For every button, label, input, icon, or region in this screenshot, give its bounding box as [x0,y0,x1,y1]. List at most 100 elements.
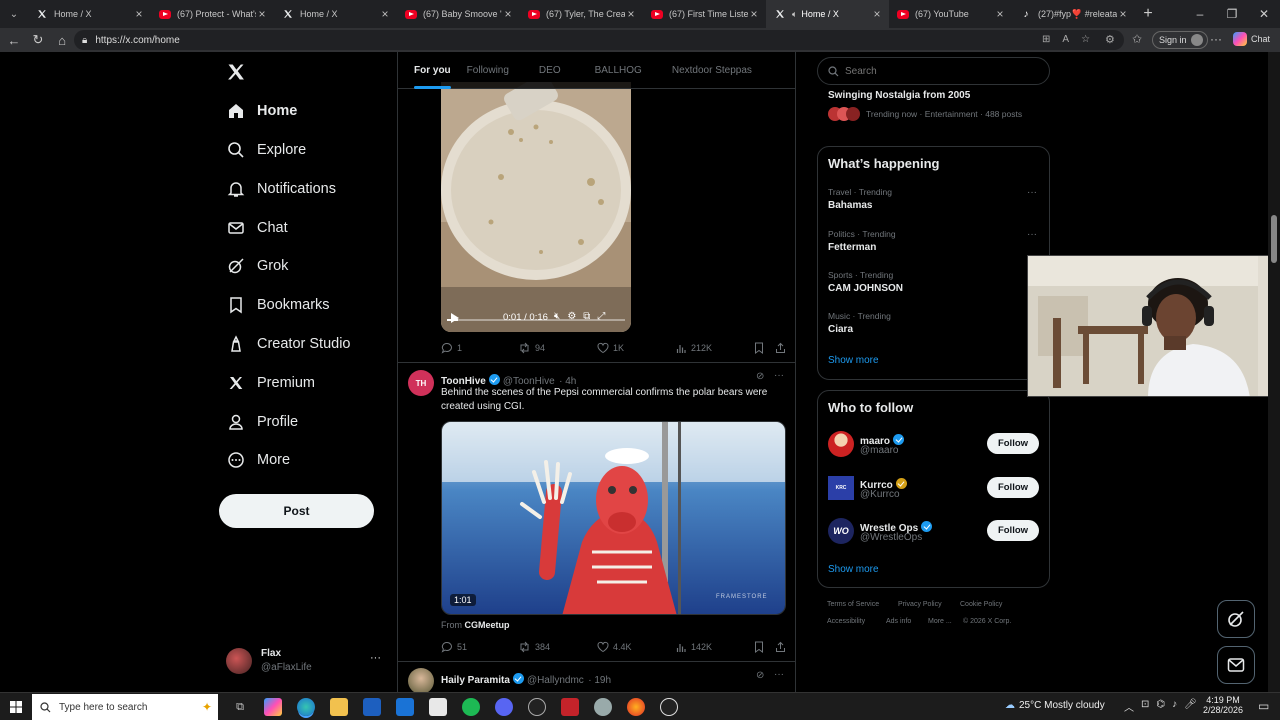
follow-avatar[interactable]: KRC [828,475,854,501]
tab-for-you[interactable]: For you [414,52,451,89]
sidebar-item-notifications[interactable]: Notifications [226,175,336,203]
tab-ballhog[interactable]: BALLHOG [595,52,642,89]
close-tab-icon[interactable]: × [379,7,391,21]
tab-deo[interactable]: DEO [539,52,561,89]
trend-item[interactable]: Sports · Trending CAM JOHNSON [828,270,1038,294]
sidebar-item-premium[interactable]: Premium [226,369,315,397]
footer-link[interactable]: Privacy Policy [898,601,942,608]
refresh-icon[interactable]: ↻ [26,28,50,52]
follow-avatar[interactable]: WO [828,518,854,544]
copilot-taskbar-icon[interactable] [264,698,282,716]
account-more-icon[interactable]: ··· [370,652,381,664]
tray-chevron-icon[interactable]: ︿ [1124,699,1134,714]
browser-tab[interactable]: (67) Baby Smoove "Losin× [397,0,520,28]
bookmark-button[interactable] [754,342,768,354]
weather-widget[interactable]: ☁ 25°C Mostly cloudy [1005,700,1105,711]
x-logo-icon[interactable] [226,62,246,82]
maximize-window-icon[interactable]: ❐ [1216,7,1248,21]
bookmark-button[interactable] [754,641,768,653]
trend-item[interactable]: Music · Trending Ciara [828,311,1038,335]
tweet-author-handle[interactable]: @Hallyndmc [527,675,584,686]
start-windows-icon[interactable] [10,701,22,713]
like-button[interactable]: 1K [597,342,624,354]
sidebar-item-creator-studio[interactable]: Creator Studio [226,330,351,358]
tweet-more-icon[interactable]: ··· [774,669,784,680]
follow-button[interactable]: Follow [987,433,1039,454]
speaker-icon[interactable]: 🔈︎ [792,9,797,20]
follow-suggestion[interactable]: maaro @maaro Follow [828,431,1050,461]
video-player[interactable] [441,82,631,332]
picture-in-picture-icon[interactable]: ⧉ [583,311,590,322]
tweet-avatar[interactable]: TH [408,370,434,396]
grok-tweet-icon[interactable]: ⊘ [756,670,764,681]
copilot-chat-button[interactable]: Chat [1233,32,1270,46]
close-window-icon[interactable]: ✕ [1248,7,1280,21]
follow-button[interactable]: Follow [987,520,1039,541]
trend-item[interactable]: Travel · Trending Bahamas ··· [828,187,1038,211]
home-page-icon[interactable]: ⌂ [50,28,74,52]
messages-float-button[interactable] [1217,646,1255,684]
close-tab-icon[interactable]: × [625,7,637,21]
trend-more-icon[interactable]: ··· [1027,229,1037,240]
footer-link[interactable]: Ads info [886,618,911,625]
top-trend-card[interactable]: Swinging Nostalgia from 2005 Trending no… [828,90,1043,121]
like-button[interactable]: 4.4K [597,641,632,653]
obs-studio-icon[interactable] [660,698,678,716]
follow-avatar[interactable] [828,431,854,457]
sign-in-button[interactable]: Sign in [1152,31,1208,49]
share-button[interactable] [775,342,790,354]
tab-following[interactable]: Following [467,52,509,89]
fullscreen-icon[interactable]: ⤢ [597,311,605,322]
edge-browser-icon[interactable] [297,698,315,716]
tweet-video-player[interactable]: FRAMESTORE 1:01 [441,421,786,615]
browser-menu-icon[interactable]: ··· [1210,32,1222,46]
back-icon[interactable]: ← [2,28,26,52]
page-scrollbar[interactable] [1268,52,1280,692]
minimize-window-icon[interactable]: – [1184,7,1216,21]
tab-nextdoor-steppas[interactable]: Nextdoor Steppas [672,52,752,89]
post-button[interactable]: Post [219,494,374,528]
footer-link[interactable]: Accessibility [827,618,865,625]
play-icon[interactable] [450,312,460,324]
sidebar-item-more[interactable]: More [226,446,290,474]
tab-actions-menu-icon[interactable]: ⌄ [0,0,28,28]
media-app-icon[interactable] [528,698,546,716]
spotify-icon[interactable] [462,698,480,716]
microsoft-store-icon[interactable] [363,698,381,716]
grok-float-button[interactable] [1217,600,1255,638]
page-info-icon[interactable]: 🔒︎ [82,35,87,46]
repost-button[interactable]: 384 [518,641,550,653]
taskbar-search-box[interactable]: Type here to search ✦ [32,694,218,720]
task-view-icon[interactable]: ⧉ [231,698,249,716]
scrollbar-thumb[interactable] [1271,215,1277,263]
tweet-author-name[interactable]: Haily Paramita [441,675,510,686]
sidebar-item-home[interactable]: Home [226,97,297,125]
app-available-icon[interactable]: ⊞ [1042,34,1050,45]
file-explorer-icon[interactable] [330,698,348,716]
mail-app-icon[interactable] [396,698,414,716]
address-bar[interactable]: 🔒︎ https://x.com/home [74,30,1124,50]
reply-button[interactable]: 1 [441,342,462,354]
tweet-more-icon[interactable]: ··· [774,370,784,381]
close-tab-icon[interactable]: × [1117,7,1129,21]
favorite-star-icon[interactable]: ☆ [1081,34,1090,45]
sidebar-item-chat[interactable]: Chat [226,214,288,242]
sidebar-item-grok[interactable]: Grok [226,252,288,280]
search-box[interactable] [817,57,1050,85]
sidebar-item-explore[interactable]: Explore [226,136,306,164]
url-text[interactable]: https://x.com/home [95,35,179,46]
sidebar-item-bookmarks[interactable]: Bookmarks [226,291,330,319]
tweet-time[interactable]: · 19h [588,675,611,686]
follow-suggestion[interactable]: KRC Kurrco @Kurrco Follow [828,475,1050,505]
tray-app-icon[interactable]: ⊡ [1141,699,1149,714]
close-tab-icon[interactable]: × [748,7,760,21]
close-tab-icon[interactable]: × [994,7,1006,21]
repost-button[interactable]: 94 [518,342,545,354]
trend-more-icon[interactable]: ··· [1027,187,1037,198]
video-source-link[interactable]: CGMeetup [465,620,510,630]
follow-suggestion[interactable]: WO Wrestle Ops @WrestleOps Follow [828,518,1050,548]
sidebar-item-profile[interactable]: Profile [226,408,298,436]
trend-item[interactable]: Politics · Trending Fetterman ··· [828,229,1038,253]
footer-link[interactable]: Terms of Service [827,601,879,608]
browser-tab[interactable]: 🔈︎ Home / X × [766,0,889,28]
